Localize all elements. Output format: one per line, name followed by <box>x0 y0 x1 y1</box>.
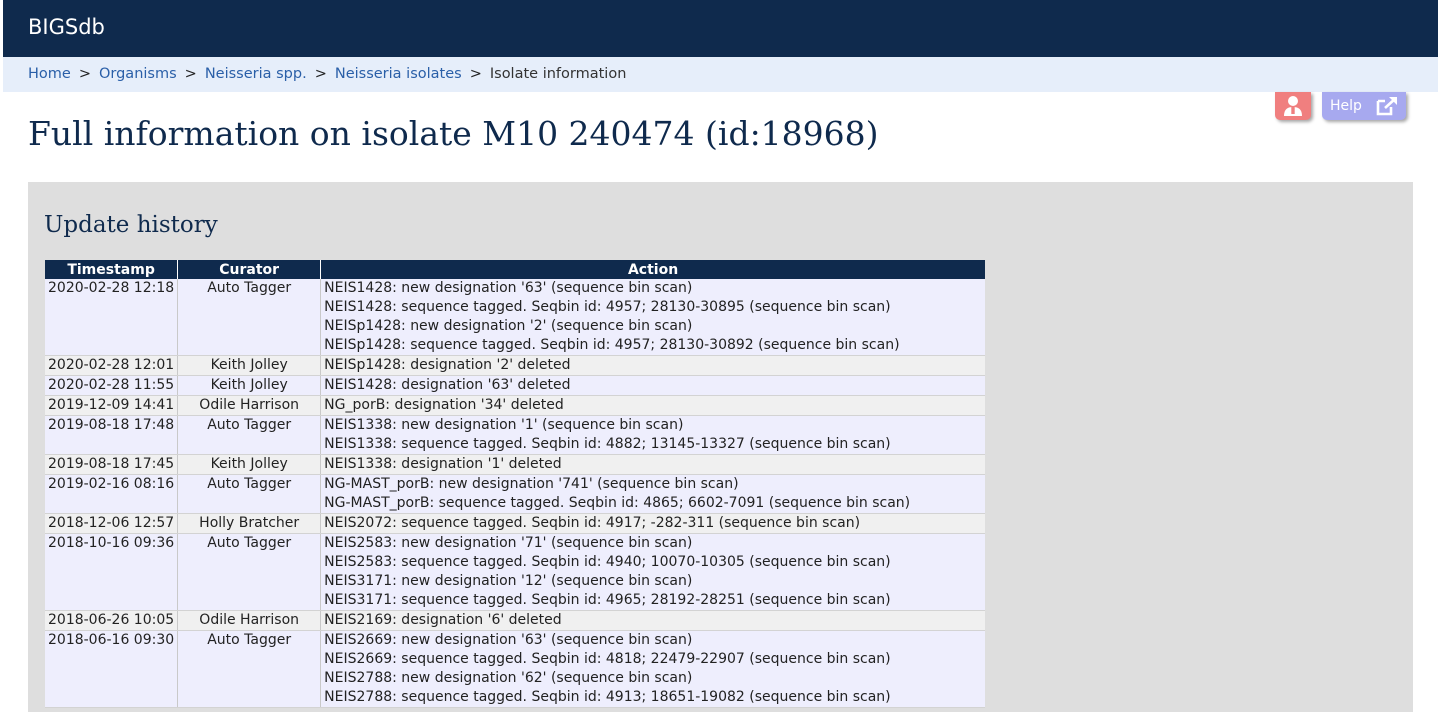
timestamp-cell: 2019-02-16 08:16 <box>45 474 179 514</box>
timestamp-cell: 2018-12-06 12:57 <box>45 513 179 534</box>
action-line: NEIS3171: sequence tagged. Seqbin id: 49… <box>324 592 891 608</box>
timestamp-cell: 2020-02-28 12:01 <box>45 355 179 376</box>
update-history-panel: Update history Timestamp Curator Action … <box>28 182 1413 712</box>
table-row: 2019-08-18 17:48 Auto Tagger NEIS1338: new… <box>45 415 985 455</box>
timestamp-cell: 2020-02-28 12:18 <box>45 279 179 356</box>
action-cell: NEIS2169: designation '6' deleted <box>320 610 985 631</box>
action-line: NEIS1338: designation '1' deleted <box>324 456 562 472</box>
breadcrumb-separator: > <box>78 66 91 82</box>
external-link-icon <box>1376 97 1397 116</box>
action-line: NEIS1428: designation '63' deleted <box>324 377 571 393</box>
action-line: NEIS1338: new designation '1' (sequence … <box>324 417 684 433</box>
table-row: 2018-12-06 12:57 Holly Bratcher NEIS2072: … <box>45 513 985 534</box>
table-header-row: Timestamp Curator Action <box>45 260 985 279</box>
timestamp-cell: 2020-02-28 11:55 <box>45 375 179 396</box>
curator-cell: Keith Jolley <box>177 375 322 396</box>
timestamp-cell: 2018-10-16 09:36 <box>45 533 179 611</box>
action-line: NEIS1428: sequence tagged. Seqbin id: 49… <box>324 299 891 315</box>
curator-cell: Auto Tagger <box>177 630 322 708</box>
curator-cell: Auto Tagger <box>177 279 322 356</box>
curator-cell: Holly Bratcher <box>177 513 322 534</box>
action-line: NEISp1428: new designation '2' (sequence… <box>324 318 693 334</box>
action-cell: NEIS1338: new designation '1' (sequence … <box>320 415 985 455</box>
table-row: 2020-02-28 12:01 Keith Jolley NEISp1428: d… <box>45 355 985 376</box>
timestamp-cell: 2019-12-09 14:41 <box>45 395 179 416</box>
action-cell: NEIS2583: new designation '71' (sequence… <box>320 533 985 611</box>
table-row: 2018-10-16 09:36 Auto Tagger NEIS2583: new… <box>45 533 985 611</box>
breadcrumb-neisseria-spp-link[interactable]: Neisseria spp. <box>205 66 307 82</box>
breadcrumb: Home > Organisms > Neisseria spp. > Neisseria … <box>3 57 1438 92</box>
action-line: NEIS2583: new designation '71' (sequence… <box>324 535 693 551</box>
update-history-table: Timestamp Curator Action 2020-02-28 12:1… <box>45 260 985 708</box>
action-line: NEIS2169: designation '6' deleted <box>324 612 562 628</box>
table-row: 2020-02-28 12:18 Auto Tagger NEIS1428: new… <box>45 279 985 356</box>
action-line: NEIS3171: new designation '12' (sequence… <box>324 573 693 589</box>
action-line: NEIS2669: sequence tagged. Seqbin id: 48… <box>324 651 891 667</box>
user-button[interactable] <box>1275 92 1311 120</box>
column-header-action: Action <box>320 260 985 279</box>
breadcrumb-home-link[interactable]: Home <box>28 66 71 82</box>
action-line: NG_porB: designation '34' deleted <box>324 397 564 413</box>
table-row: 2019-12-09 14:41 Odile Harrison NG_porB: d… <box>45 395 985 416</box>
action-cell: NG_porB: designation '34' deleted <box>320 395 985 416</box>
curator-cell: Auto Tagger <box>177 415 322 455</box>
action-cell: NG-MAST_porB: new designation '741' (seq… <box>320 474 985 514</box>
action-line: NG-MAST_porB: new designation '741' (seq… <box>324 476 739 492</box>
timestamp-cell: 2018-06-16 09:30 <box>45 630 179 708</box>
curator-cell: Keith Jolley <box>177 454 322 475</box>
page-title: Full information on isolate M10 240474 (… <box>28 114 879 153</box>
user-icon <box>1284 96 1302 116</box>
top-header: BIGSdb <box>3 0 1438 57</box>
action-line: NEISp1428: sequence tagged. Seqbin id: 4… <box>324 337 900 353</box>
action-cell: NEIS2072: sequence tagged. Seqbin id: 49… <box>320 513 985 534</box>
action-line: NEISp1428: designation '2' deleted <box>324 357 571 373</box>
curator-cell: Odile Harrison <box>177 610 322 631</box>
curator-cell: Keith Jolley <box>177 355 322 376</box>
action-cell: NEIS1428: designation '63' deleted <box>320 375 985 396</box>
action-line: NEIS1338: sequence tagged. Seqbin id: 48… <box>324 436 891 452</box>
table-row: 2018-06-16 09:30 Auto Tagger NEIS2669: new… <box>45 630 985 708</box>
action-cell: NEIS2669: new designation '63' (sequence… <box>320 630 985 708</box>
action-line: NEIS2583: sequence tagged. Seqbin id: 49… <box>324 554 891 570</box>
help-button[interactable]: Help <box>1322 92 1406 120</box>
curator-cell: Odile Harrison <box>177 395 322 416</box>
action-line: NEIS2669: new designation '63' (sequence… <box>324 632 693 648</box>
timestamp-cell: 2019-08-18 17:45 <box>45 454 179 475</box>
table-row: 2019-08-18 17:45 Keith Jolley NEIS1338: de… <box>45 454 985 475</box>
table-row: 2018-06-26 10:05 Odile Harrison NEIS2169: … <box>45 610 985 631</box>
action-cell: NEIS1338: designation '1' deleted <box>320 454 985 475</box>
help-label: Help <box>1330 98 1362 114</box>
site-brand[interactable]: BIGSdb <box>28 15 105 39</box>
section-title: Update history <box>44 212 218 238</box>
breadcrumb-current: Isolate information <box>489 66 627 82</box>
action-cell: NEISp1428: designation '2' deleted <box>320 355 985 376</box>
action-line: NEIS1428: new designation '63' (sequence… <box>324 280 693 296</box>
action-line: NEIS2788: sequence tagged. Seqbin id: 49… <box>324 689 891 705</box>
breadcrumb-organisms-link[interactable]: Organisms <box>99 66 177 82</box>
table-row: 2019-02-16 08:16 Auto Tagger NG-MAST_porB:… <box>45 474 985 514</box>
breadcrumb-neisseria-isolates-link[interactable]: Neisseria isolates <box>335 66 462 82</box>
column-header-curator: Curator <box>177 260 322 279</box>
curator-cell: Auto Tagger <box>177 533 322 611</box>
breadcrumb-separator: > <box>184 66 197 82</box>
curator-cell: Auto Tagger <box>177 474 322 514</box>
timestamp-cell: 2019-08-18 17:48 <box>45 415 179 455</box>
action-cell: NEIS1428: new designation '63' (sequence… <box>320 279 985 356</box>
action-line: NG-MAST_porB: sequence tagged. Seqbin id… <box>324 495 911 511</box>
action-line: NEIS2072: sequence tagged. Seqbin id: 49… <box>324 515 861 531</box>
column-header-timestamp: Timestamp <box>45 260 179 279</box>
breadcrumb-separator: > <box>314 66 327 82</box>
breadcrumb-separator: > <box>469 66 482 82</box>
action-line: NEIS2788: new designation '62' (sequence… <box>324 670 693 686</box>
table-row: 2020-02-28 11:55 Keith Jolley NEIS1428: de… <box>45 375 985 396</box>
timestamp-cell: 2018-06-26 10:05 <box>45 610 179 631</box>
